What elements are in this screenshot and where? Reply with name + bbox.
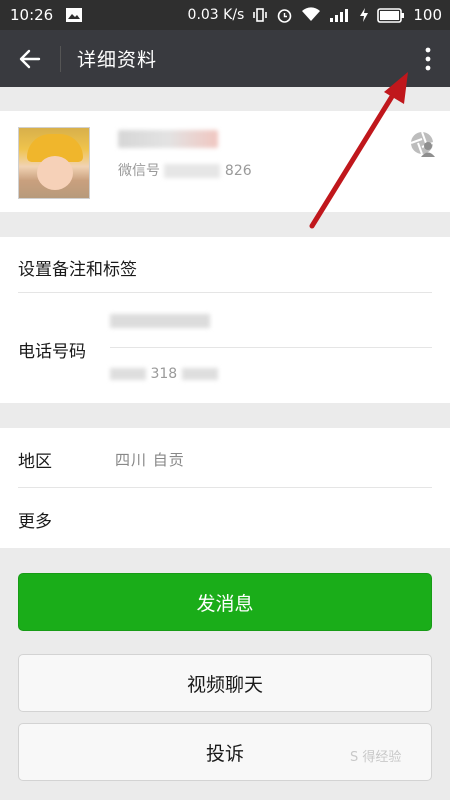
send-message-button[interactable]: 发消息: [18, 573, 432, 631]
phone-number-2[interactable]: 318: [110, 366, 218, 382]
image-notification-icon: [66, 8, 83, 22]
phone-number-visible: 318: [150, 366, 178, 382]
row-divider: [110, 347, 432, 348]
phone-number-redacted: [110, 368, 146, 380]
title-bar: 详细资料: [0, 30, 450, 87]
battery-percent: 100: [413, 6, 442, 24]
notification-icons: [65, 7, 83, 23]
wechat-id-prefix: 微信号: [118, 163, 160, 179]
wechat-id: 微信号 826: [118, 160, 252, 180]
status-bar: 10:26 0.03 K/s 100: [0, 0, 450, 30]
back-button[interactable]: [0, 30, 60, 87]
avatar-face: [37, 156, 73, 190]
phone-label: 电话号码: [18, 342, 86, 362]
more-row[interactable]: 更多: [18, 507, 52, 532]
phone-number-redacted: [181, 368, 218, 380]
wifi-icon: [302, 7, 321, 22]
avatar[interactable]: [18, 127, 90, 199]
more-vertical-icon: [425, 47, 431, 70]
video-chat-button[interactable]: 视频聊天: [18, 654, 432, 712]
page-title: 详细资料: [77, 49, 158, 71]
row-divider: [18, 292, 432, 293]
system-icons: 0.03 K/s 100: [188, 6, 442, 24]
more-options-button[interactable]: [406, 30, 450, 87]
moments-photo-icon[interactable]: [410, 131, 436, 157]
network-speed: 0.03 K/s: [187, 7, 245, 23]
title-divider: [60, 45, 61, 72]
watermark: S 得经验: [350, 750, 402, 765]
clock: 10:26: [10, 6, 54, 24]
battery-icon: [377, 7, 405, 23]
wechat-id-redacted: [164, 164, 221, 178]
row-divider: [18, 487, 432, 488]
region-value: 四川 自贡: [115, 451, 185, 469]
region-card: [0, 428, 450, 548]
alarm-icon: [278, 8, 292, 23]
region-label: 地区: [18, 452, 52, 472]
charging-icon: [360, 8, 369, 22]
vibrate-icon: [253, 8, 268, 22]
nickname-redacted: [118, 130, 218, 148]
remark-and-tags-row[interactable]: 设置备注和标签: [18, 255, 137, 280]
signal-icon: [330, 9, 349, 22]
phone-number-redacted: [110, 314, 210, 328]
wechat-id-suffix: 826: [224, 163, 252, 179]
arrow-left-icon: [19, 49, 41, 68]
